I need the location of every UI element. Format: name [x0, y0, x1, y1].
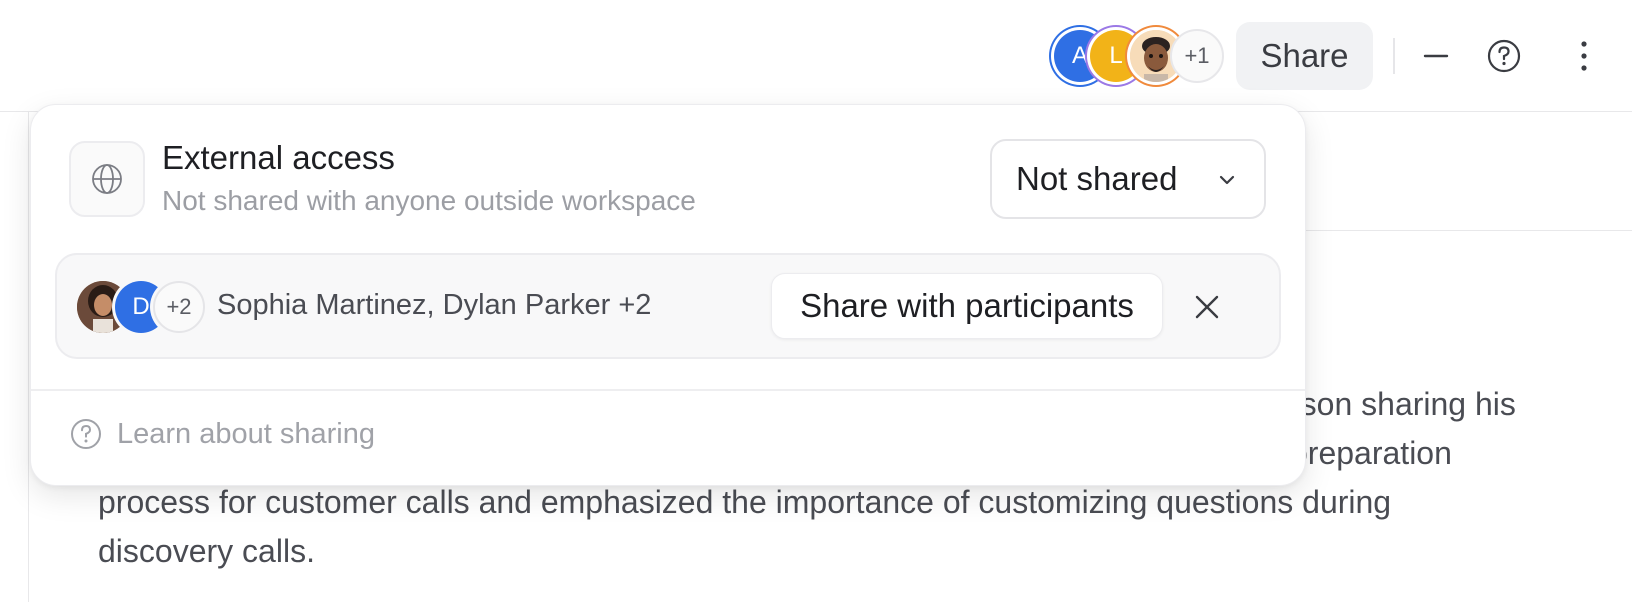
more-participants-count: +2	[153, 281, 205, 333]
select-value: Not shared	[1016, 160, 1178, 197]
globe-icon	[92, 164, 122, 194]
external-access-icon-box	[69, 141, 145, 217]
content-border	[28, 112, 29, 602]
paragraph-line: discovery calls.	[98, 533, 315, 569]
divider	[1393, 38, 1395, 74]
help-circle-icon	[71, 419, 101, 449]
external-access-title: External access	[162, 139, 395, 176]
help-circle-icon	[1487, 39, 1521, 73]
more-vertical-icon	[1581, 41, 1587, 71]
more-avatars-count[interactable]: +1	[1170, 29, 1224, 83]
section-divider	[1300, 230, 1632, 231]
share-button[interactable]: Share	[1236, 22, 1373, 90]
share-popover: External access Not shared with anyone o…	[30, 104, 1306, 486]
learn-about-sharing-link[interactable]: Learn about sharing	[69, 417, 375, 451]
more-options-button[interactable]	[1558, 30, 1610, 82]
chevron-down-icon	[1219, 175, 1235, 185]
minimize-button[interactable]	[1410, 30, 1462, 82]
external-access-select[interactable]: Not shared	[990, 139, 1266, 219]
top-bar: A L +1 Share	[0, 0, 1632, 112]
minimize-icon	[1423, 54, 1449, 58]
dismiss-participants-button[interactable]	[1187, 287, 1227, 327]
help-button[interactable]	[1478, 30, 1530, 82]
share-with-participants-button[interactable]: Share with participants	[771, 273, 1163, 339]
divider	[31, 389, 1305, 391]
close-icon	[1195, 295, 1219, 319]
learn-about-sharing-label: Learn about sharing	[117, 417, 375, 450]
participant-names: Sophia Martinez, Dylan Parker +2	[217, 289, 652, 321]
collaborator-avatars[interactable]: A L +1	[1052, 28, 1232, 84]
participants-row: D +2 Sophia Martinez, Dylan Parker +2 Sh…	[55, 253, 1281, 359]
external-access-subtitle: Not shared with anyone outside workspace	[162, 185, 696, 216]
